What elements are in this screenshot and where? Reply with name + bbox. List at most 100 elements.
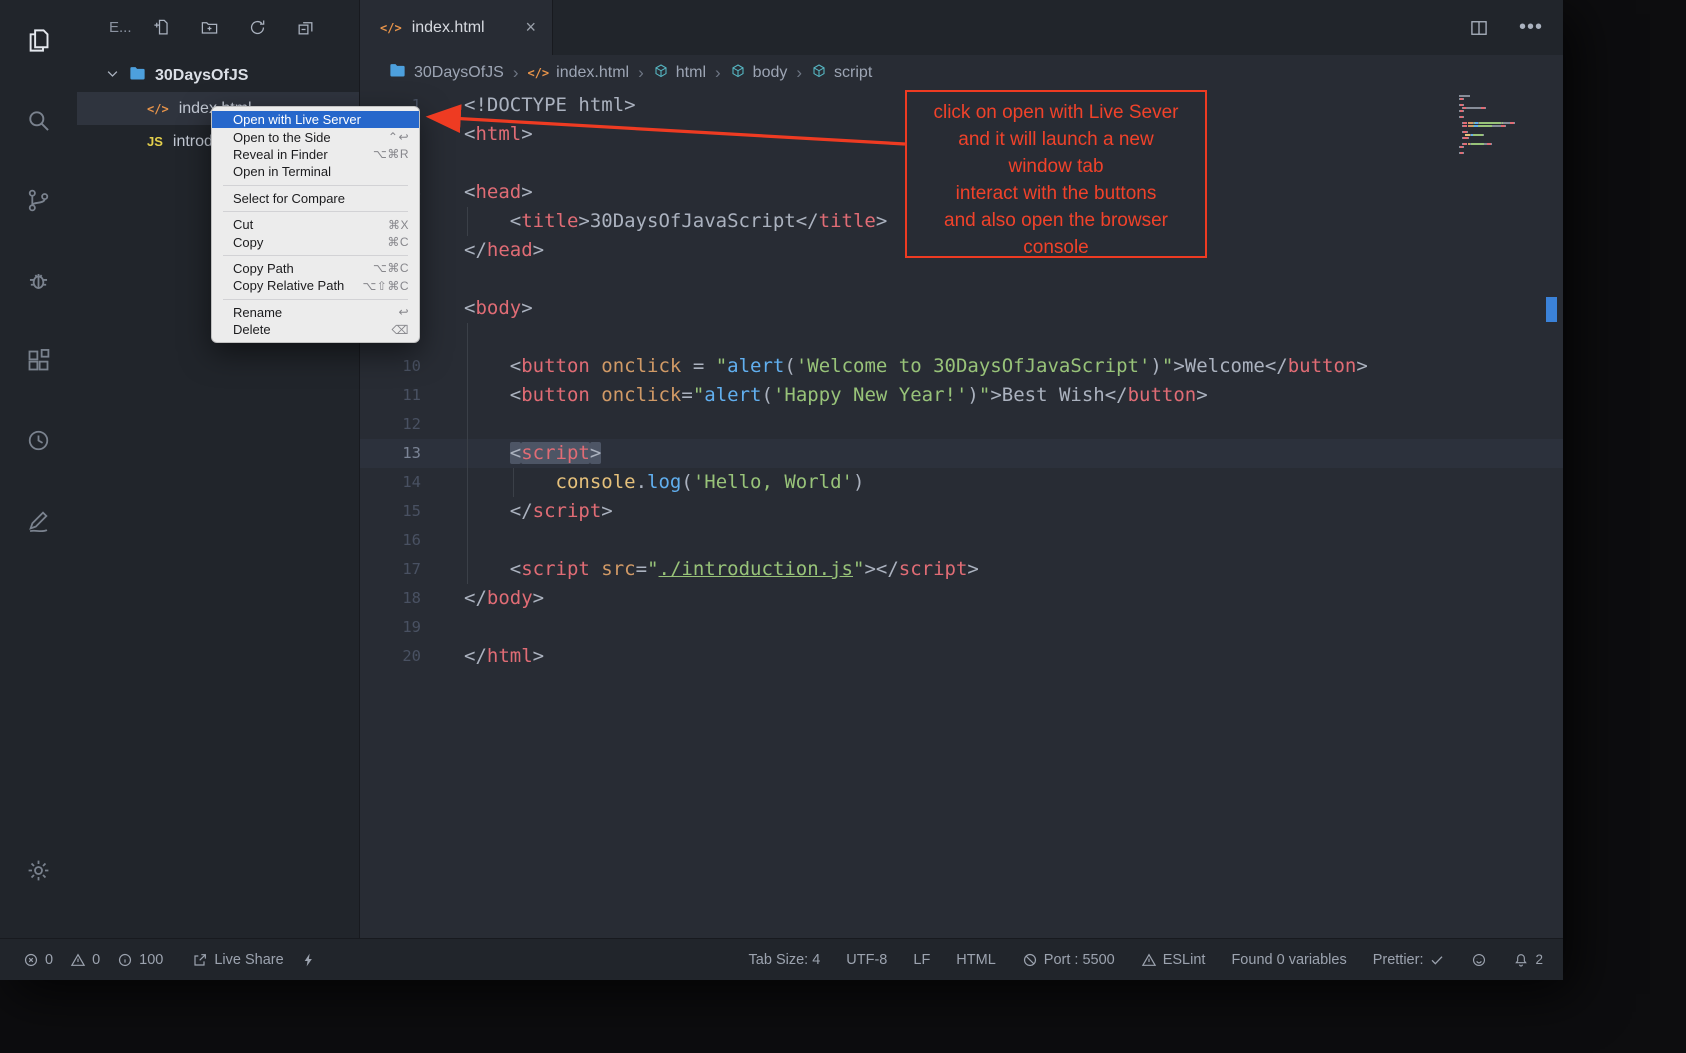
code-token: > (1356, 355, 1367, 377)
refresh-icon[interactable] (248, 18, 267, 37)
more-actions-icon[interactable]: ••• (1519, 16, 1543, 39)
extensions-activity-button[interactable] (0, 320, 77, 400)
live-share-label: Live Share (214, 952, 283, 968)
notification-count: 2 (1535, 952, 1543, 967)
line-number: 17 (360, 555, 421, 584)
variables-status[interactable]: Found 0 variables (1231, 952, 1346, 968)
prettier-status[interactable]: Prettier: (1373, 952, 1446, 968)
error-count[interactable]: 0 (23, 952, 53, 968)
code-token: = (636, 558, 647, 580)
collapse-all-icon[interactable] (296, 18, 315, 37)
code-line-10[interactable]: 10 <button onclick = "alert('Welcome to … (360, 352, 1563, 381)
info-count[interactable]: 100 (117, 952, 163, 968)
code-token: " (979, 384, 990, 406)
menu-item-open-to-the-side[interactable]: Open to the Side⌃↩ (212, 128, 419, 145)
code-line-19[interactable]: 19 (360, 613, 1563, 642)
breadcrumb-symbol-html[interactable]: html (653, 63, 706, 84)
eol-status[interactable]: LF (913, 952, 930, 968)
warning-triangle-icon (1141, 952, 1157, 968)
code-token: > (533, 587, 544, 609)
tree-folder-30daysofjs[interactable]: 30DaysOfJS (77, 59, 359, 92)
pen-icon (25, 507, 52, 534)
menu-separator (223, 299, 408, 300)
code-token: </ (464, 239, 487, 261)
menu-item-shortcut: ⌥⌘C (373, 261, 409, 275)
code-line-18[interactable]: 18</body> (360, 584, 1563, 613)
notifications-status[interactable]: 2 (1513, 952, 1543, 968)
eslint-status[interactable]: ESLint (1141, 952, 1206, 968)
run-debug-activity-button[interactable] (0, 240, 77, 320)
clock-activity-button[interactable] (0, 400, 77, 480)
breadcrumb-label: body (753, 64, 788, 82)
tab-bar: </> index.html × ••• (360, 0, 1563, 55)
code-line-17[interactable]: 17 <script src="./introduction.js">﻿</sc… (360, 555, 1563, 584)
menu-item-copy-relative-path[interactable]: Copy Relative Path⌥⇧⌘C (212, 277, 419, 294)
minimap-line (1459, 98, 1547, 100)
line-text: <html> (464, 123, 533, 145)
menu-item-open-with-live-server[interactable]: Open with Live Server (212, 111, 419, 128)
tab-index-html[interactable]: </> index.html × (360, 0, 553, 55)
annotation-line: interact with the buttons (907, 180, 1205, 207)
menu-item-copy[interactable]: Copy⌘C (212, 233, 419, 250)
code-token: > (533, 645, 544, 667)
code-line-16[interactable]: 16 (360, 526, 1563, 555)
search-activity-button[interactable] (0, 80, 77, 160)
tab-size-status[interactable]: Tab Size: 4 (749, 952, 821, 968)
warning-triangle-icon (70, 952, 86, 968)
warning-count[interactable]: 0 (70, 952, 100, 968)
menu-item-reveal-in-finder[interactable]: Reveal in Finder⌥⌘R (212, 146, 419, 163)
menu-item-rename[interactable]: Rename↩ (212, 304, 419, 321)
menu-item-open-in-terminal[interactable]: Open in Terminal (212, 163, 419, 180)
encoding-status[interactable]: UTF-8 (846, 952, 887, 968)
live-share-status[interactable]: Live Share (192, 952, 283, 968)
code-line-9[interactable]: 9 (360, 323, 1563, 352)
code-token: script (533, 500, 602, 522)
code-line-20[interactable]: 20</html> (360, 642, 1563, 671)
code-token: button (521, 384, 590, 406)
minimap-line (1459, 122, 1547, 124)
live-server-port-status[interactable]: Port : 5500 (1022, 952, 1115, 968)
menu-item-cut[interactable]: Cut⌘X (212, 216, 419, 233)
code-token: < (464, 558, 521, 580)
line-text: <!DOCTYPE html> (464, 94, 636, 116)
new-folder-icon[interactable] (200, 18, 219, 37)
line-number: 19 (360, 613, 421, 642)
language-mode-status[interactable]: HTML (956, 952, 995, 968)
menu-item-copy-path[interactable]: Copy Path⌥⌘C (212, 260, 419, 277)
code-line-11[interactable]: 11 <button onclick="alert('Happy New Yea… (360, 381, 1563, 410)
breadcrumb-symbol-script[interactable]: script (811, 63, 872, 84)
code-token (464, 442, 510, 464)
pen-activity-button[interactable] (0, 480, 77, 560)
menu-item-delete[interactable]: Delete⌫ (212, 321, 419, 338)
code-line-8[interactable]: 8<body> (360, 294, 1563, 323)
breadcrumb-symbol-body[interactable]: body (730, 63, 788, 84)
new-file-icon[interactable] (152, 18, 171, 37)
code-token: > (967, 558, 978, 580)
breadcrumb-label: script (834, 64, 872, 82)
feedback-status[interactable] (1471, 952, 1487, 968)
breadcrumb-file[interactable]: </> index.html (527, 64, 629, 82)
code-token: </ (464, 587, 487, 609)
code-line-13[interactable]: 13 <script> (360, 439, 1563, 468)
code-line-12[interactable]: 12 (360, 410, 1563, 439)
code-line-7[interactable]: 7 (360, 265, 1563, 294)
minimap[interactable] (1459, 95, 1547, 155)
debug-bug-icon (25, 267, 52, 294)
split-editor-icon[interactable] (1469, 18, 1489, 38)
lightning-status[interactable] (301, 952, 317, 968)
code-line-14[interactable]: 14 console.log('Hello, World') (360, 468, 1563, 497)
code-line-15[interactable]: 15 </script> (360, 497, 1563, 526)
close-icon[interactable]: × (525, 17, 536, 38)
code-token: . (636, 471, 647, 493)
explorer-activity-button[interactable] (0, 0, 77, 80)
symbol-cube-icon (653, 63, 669, 84)
breadcrumb-folder[interactable]: 30DaysOfJS (388, 61, 504, 85)
code-token: </ (464, 500, 533, 522)
overview-ruler-marker[interactable] (1546, 297, 1557, 322)
source-control-activity-button[interactable] (0, 160, 77, 240)
code-token: html (475, 123, 521, 145)
settings-button[interactable] (0, 830, 77, 910)
menu-item-select-for-compare[interactable]: Select for Compare (212, 190, 419, 207)
code-token: " (647, 558, 658, 580)
menu-item-shortcut: ⌥⇧⌘C (362, 279, 409, 293)
